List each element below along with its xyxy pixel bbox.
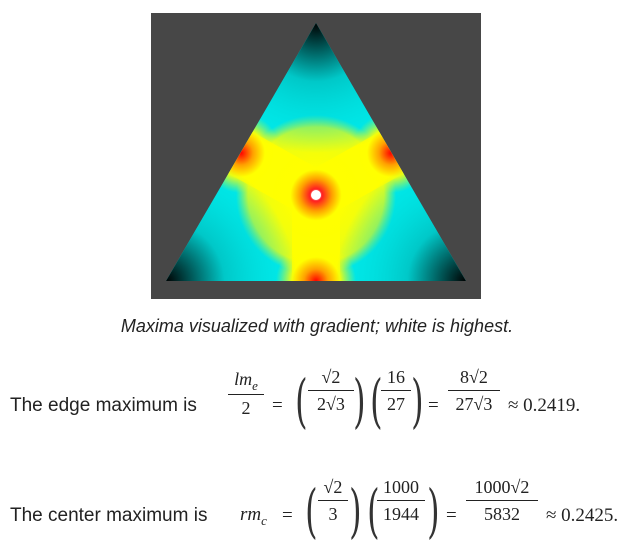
- fraction-bar: [308, 390, 354, 391]
- edge-lhs-denominator: 2: [241, 398, 251, 418]
- right-paren: ): [349, 477, 362, 545]
- edge-f2-denominator: 27: [387, 394, 405, 414]
- edge-maximum-equation: The edge maximum is lme 2 = ( √2 2√3 ) (…: [10, 362, 630, 442]
- edge-fraction-2: 16 27: [381, 366, 411, 415]
- edge-lhs-lm: lm: [234, 369, 253, 389]
- right-paren: ): [411, 367, 424, 435]
- edge-approx-value: ≈ 0.2419.: [508, 395, 581, 416]
- center-maximum-label: The center maximum is: [10, 505, 208, 526]
- center-maximum-equation: The center maximum is rmc = ( √2 3 ) ( 1…: [10, 472, 630, 552]
- fraction-bar: [228, 394, 264, 395]
- gradient-triangle-svg: [166, 23, 466, 281]
- figure-caption: Maxima visualized with gradient; white i…: [120, 316, 514, 336]
- edge-lhs-fraction: lme 2: [228, 368, 264, 419]
- center-lhs-subscript: c: [261, 513, 267, 528]
- edge-f2-numerator: 16: [387, 367, 405, 387]
- fraction-bar: [381, 390, 411, 391]
- fraction-bar: [318, 500, 348, 501]
- center-lhs: rmc: [240, 504, 267, 528]
- edge-fraction-1: √2 2√3: [308, 366, 354, 415]
- edge-fraction-3: 8√2 27√3: [448, 366, 500, 415]
- equals-sign: =: [282, 505, 293, 526]
- edge-lhs-subscript: e: [252, 378, 258, 393]
- edge-f3-numerator: 8√2: [460, 367, 488, 387]
- equals-sign: =: [428, 395, 439, 416]
- edge-f3-denominator: 27√3: [455, 394, 493, 414]
- equals-sign: =: [272, 395, 283, 416]
- left-paren: (: [305, 477, 318, 545]
- center-lhs-rm: rm: [240, 504, 262, 525]
- center-f3-numerator: 1000√2: [474, 477, 530, 497]
- right-paren: ): [353, 367, 366, 435]
- center-f1-denominator: 3: [328, 504, 338, 524]
- center-f1-numerator: √2: [323, 477, 343, 497]
- center-f3-denominator: 5832: [484, 504, 520, 524]
- fraction-bar: [466, 500, 538, 501]
- center-fraction-2: 1000 1944: [377, 476, 425, 525]
- edge-maximum-label: The edge maximum is: [10, 395, 197, 416]
- center-fraction-1: √2 3: [318, 476, 348, 525]
- center-f2-denominator: 1944: [383, 504, 419, 524]
- equals-sign: =: [446, 505, 457, 526]
- edge-f1-numerator: √2: [321, 367, 341, 387]
- center-approx-value: ≈ 0.2425.: [546, 505, 619, 526]
- center-fraction-3: 1000√2 5832: [466, 476, 538, 525]
- center-f2-numerator: 1000: [383, 477, 419, 497]
- fraction-bar: [377, 500, 425, 501]
- edge-f1-denominator: 2√3: [317, 394, 345, 414]
- right-paren: ): [427, 477, 440, 545]
- fraction-bar: [448, 390, 500, 391]
- left-paren: (: [295, 367, 308, 435]
- edge-lhs-numerator: lme: [228, 368, 264, 393]
- maxima-figure: [151, 13, 481, 299]
